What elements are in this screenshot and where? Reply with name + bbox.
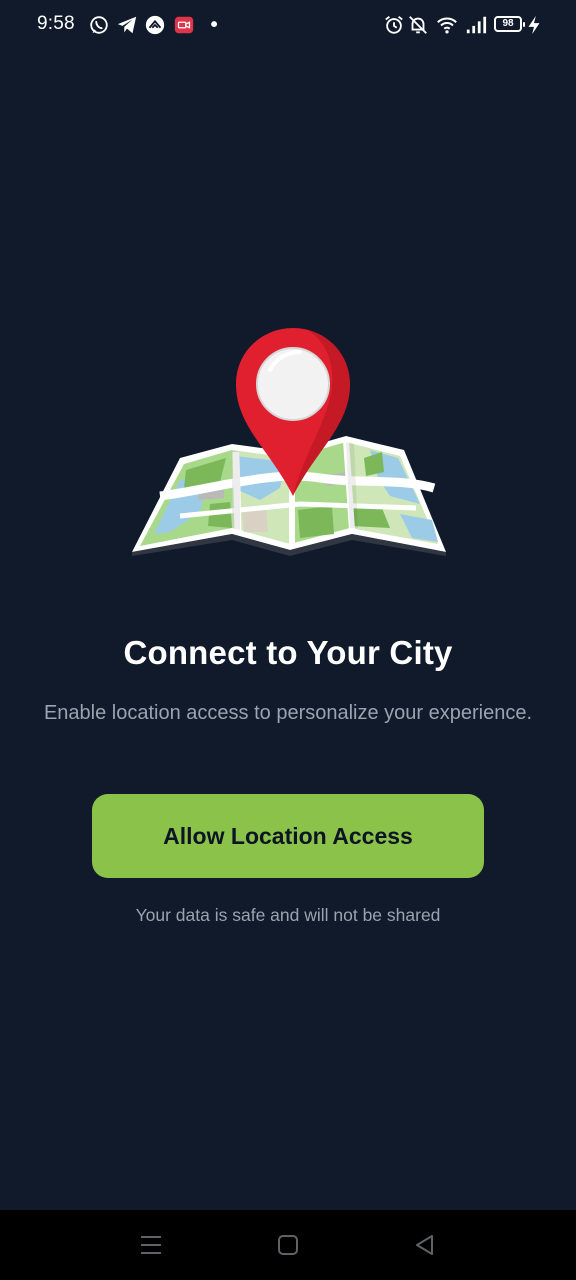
status-time: 9:58	[37, 13, 75, 34]
battery-icon: 98	[494, 16, 525, 32]
back-icon[interactable]	[412, 1232, 440, 1258]
navigation-bar	[0, 1210, 576, 1280]
page-title: Connect to Your City	[123, 634, 453, 671]
app-notification-icon	[144, 14, 166, 36]
bell-muted-icon	[407, 14, 429, 36]
dot-icon	[204, 14, 226, 36]
page-subtitle: Enable location access to personalize yo…	[43, 702, 533, 724]
menu-icon[interactable]	[137, 1232, 165, 1258]
privacy-note: Your data is safe and will not be shared	[135, 905, 441, 925]
allow-location-button[interactable]: Allow Location Access	[92, 794, 484, 878]
signal-icon	[464, 14, 488, 36]
map-location-pin-icon	[120, 320, 456, 560]
screen-recorder-icon	[173, 14, 195, 36]
home-icon[interactable]	[274, 1232, 302, 1258]
charging-icon	[526, 14, 542, 36]
telegram-icon	[116, 14, 138, 36]
wifi-icon	[435, 14, 459, 36]
status-bar: 9:58 98	[0, 0, 576, 52]
alarm-icon	[383, 14, 405, 36]
whatsapp-icon	[88, 14, 110, 36]
